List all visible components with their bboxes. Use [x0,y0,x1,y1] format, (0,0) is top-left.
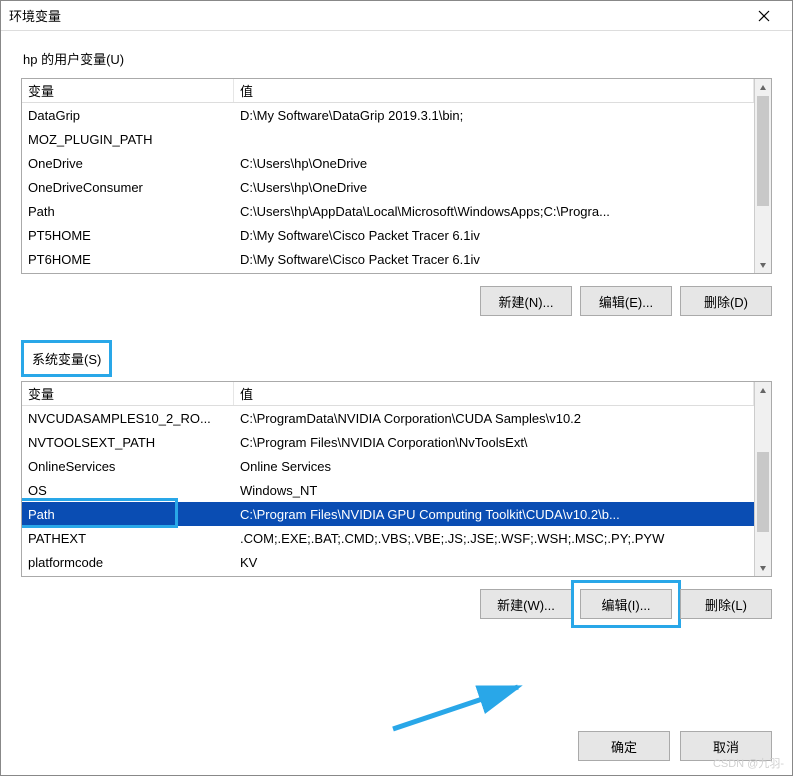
user-vars-table[interactable]: 变量 值 DataGripD:\My Software\DataGrip 201… [21,78,772,274]
user-vars-section: hp 的用户变量(U) 变量 值 DataGripD:\My Software\… [21,45,772,334]
cell-variable: NVTOOLSEXT_PATH [22,435,234,450]
scroll-down-icon[interactable] [755,256,771,273]
cell-variable: NVCUDASAMPLES10_2_RO... [22,411,234,426]
cell-value: .COM;.EXE;.BAT;.CMD;.VBS;.VBE;.JS;.JSE;.… [234,531,754,546]
system-vars-buttons: 新建(W)... 编辑(I)... 删除(L) [21,577,772,637]
table-row[interactable]: PATHEXT.COM;.EXE;.BAT;.CMD;.VBS;.VBE;.JS… [22,526,754,550]
user-delete-button[interactable]: 删除(D) [680,286,772,316]
window-title: 环境变量 [9,6,744,25]
system-vars-label: 系统变量(S) [21,340,112,377]
table-row[interactable]: PathC:\Users\hp\AppData\Local\Microsoft\… [22,199,754,223]
table-row[interactable]: platformcodeKV [22,550,754,574]
col-value[interactable]: 值 [234,79,754,102]
table-row[interactable]: OneDriveC:\Users\hp\OneDrive [22,151,754,175]
cell-variable: platformcode [22,555,234,570]
cell-value: C:\ProgramData\NVIDIA Corporation\CUDA S… [234,411,754,426]
env-variables-dialog: 环境变量 hp 的用户变量(U) 变量 值 DataGripD:\My Soft… [0,0,793,776]
close-button[interactable] [744,2,784,30]
cell-variable: OneDriveConsumer [22,180,234,195]
system-vars-table[interactable]: 变量 值 NVCUDASAMPLES10_2_RO...C:\ProgramDa… [21,381,772,577]
cell-variable: DataGrip [22,108,234,123]
cell-value: C:\Users\hp\OneDrive [234,156,754,171]
table-row[interactable]: PT6HOMED:\My Software\Cisco Packet Trace… [22,247,754,271]
cell-value: C:\Users\hp\AppData\Local\Microsoft\Wind… [234,204,754,219]
ok-button[interactable]: 确定 [578,731,670,761]
system-delete-button[interactable]: 删除(L) [680,589,772,619]
system-vars-section: 系统变量(S) 变量 值 NVCUDASAMPLES10_2_RO...C:\P… [21,340,772,637]
cell-variable: PT5HOME [22,228,234,243]
system-new-button[interactable]: 新建(W)... [480,589,572,619]
user-vars-buttons: 新建(N)... 编辑(E)... 删除(D) [21,274,772,334]
table-row[interactable]: OnlineServicesOnline Services [22,454,754,478]
col-variable[interactable]: 变量 [22,79,234,102]
cell-value: C:\Program Files\NVIDIA Corporation\NvTo… [234,435,754,450]
cell-variable: OnlineServices [22,459,234,474]
cell-value: C:\Users\hp\OneDrive [234,180,754,195]
cell-variable: Path [22,507,234,522]
cell-value: D:\My Software\Cisco Packet Tracer 6.1iv [234,228,754,243]
table-row[interactable]: NVTOOLSEXT_PATHC:\Program Files\NVIDIA C… [22,430,754,454]
table-row[interactable]: PathC:\Program Files\NVIDIA GPU Computin… [22,502,754,526]
table-row[interactable]: NVCUDASAMPLES10_2_RO...C:\ProgramData\NV… [22,406,754,430]
cell-value: C:\Program Files\NVIDIA GPU Computing To… [234,507,754,522]
cell-value: KV [234,555,754,570]
cell-variable: PATHEXT [22,531,234,546]
system-vars-label-wrap: 系统变量(S) [21,340,772,383]
cell-value: D:\My Software\Cisco Packet Tracer 6.1iv [234,252,754,267]
cell-value: Windows_NT [234,483,754,498]
table-row[interactable]: MOZ_PLUGIN_PATH [22,127,754,151]
scroll-up-icon[interactable] [755,382,771,399]
cell-variable: OneDrive [22,156,234,171]
col-value[interactable]: 值 [234,382,754,405]
cell-variable: Path [22,204,234,219]
system-vars-header: 变量 值 [22,382,754,406]
user-vars-label: hp 的用户变量(U) [21,45,126,72]
cell-variable: MOZ_PLUGIN_PATH [22,132,234,147]
scroll-thumb[interactable] [757,96,769,206]
dialog-buttons: 确定 取消 [1,723,792,775]
titlebar: 环境变量 [1,1,792,31]
close-icon [758,10,770,22]
scroll-up-icon[interactable] [755,79,771,96]
cell-variable: PT6HOME [22,252,234,267]
user-vars-header: 变量 值 [22,79,754,103]
system-edit-button[interactable]: 编辑(I)... [580,589,672,619]
scroll-thumb[interactable] [757,452,769,532]
cell-value: D:\My Software\DataGrip 2019.3.1\bin; [234,108,754,123]
table-row[interactable]: OneDriveConsumerC:\Users\hp\OneDrive [22,175,754,199]
cell-variable: OS [22,483,234,498]
col-variable[interactable]: 变量 [22,382,234,405]
table-row[interactable]: DataGripD:\My Software\DataGrip 2019.3.1… [22,103,754,127]
scroll-down-icon[interactable] [755,559,771,576]
table-row[interactable]: PT5HOMED:\My Software\Cisco Packet Trace… [22,223,754,247]
user-edit-button[interactable]: 编辑(E)... [580,286,672,316]
cell-value: Online Services [234,459,754,474]
user-new-button[interactable]: 新建(N)... [480,286,572,316]
table-row[interactable]: OSWindows_NT [22,478,754,502]
user-vars-scrollbar[interactable] [754,79,771,273]
system-vars-scrollbar[interactable] [754,382,771,576]
cancel-button[interactable]: 取消 [680,731,772,761]
